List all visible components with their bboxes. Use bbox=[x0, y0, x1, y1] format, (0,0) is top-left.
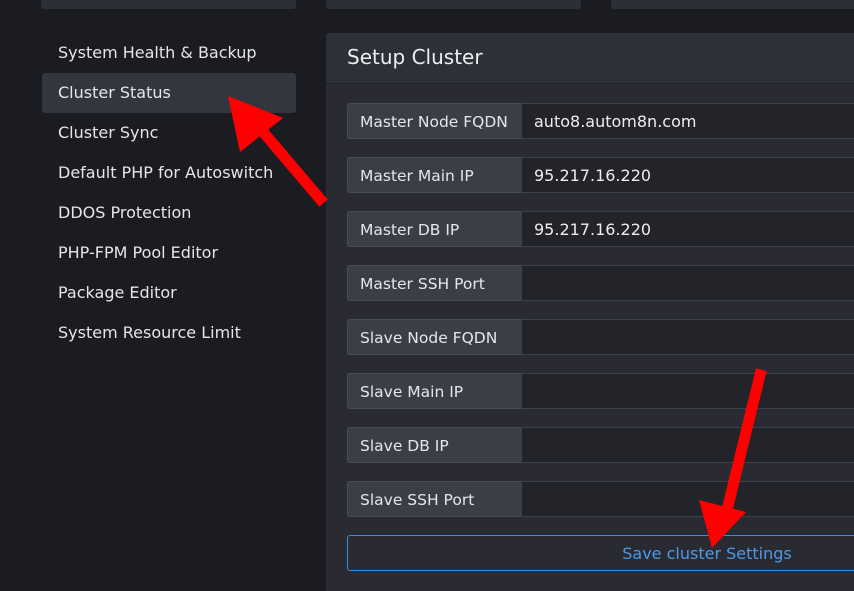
slave-main-ip-label: Slave Main IP bbox=[347, 373, 521, 409]
form-row-slave-node-fqdn: Slave Node FQDN bbox=[347, 319, 854, 357]
form-row-slave-db-ip: Slave DB IP bbox=[347, 427, 854, 465]
slave-main-ip-input[interactable] bbox=[521, 373, 854, 409]
sidebar-item-php-fpm-pool-editor[interactable]: PHP-FPM Pool Editor bbox=[42, 233, 296, 273]
master-node-fqdn-label: Master Node FQDN bbox=[347, 103, 521, 139]
form-row-slave-main-ip: Slave Main IP bbox=[347, 373, 854, 411]
sidebar-item-default-php-autoswitch[interactable]: Default PHP for Autoswitch bbox=[42, 153, 296, 193]
sidebar-nav: System Health & Backup Cluster Status Cl… bbox=[42, 33, 296, 353]
slave-node-fqdn-input[interactable] bbox=[521, 319, 854, 355]
form-row-slave-ssh-port: Slave SSH Port bbox=[347, 481, 854, 519]
slave-ssh-port-label: Slave SSH Port bbox=[347, 481, 521, 517]
sidebar-item-ddos-protection[interactable]: DDOS Protection bbox=[42, 193, 296, 233]
top-card-1 bbox=[41, 0, 296, 9]
sidebar-item-cluster-sync[interactable]: Cluster Sync bbox=[42, 113, 296, 153]
top-card-2 bbox=[326, 0, 581, 9]
master-node-fqdn-input[interactable] bbox=[521, 103, 854, 139]
form-row-master-main-ip: Master Main IP bbox=[347, 157, 854, 195]
slave-ssh-port-input[interactable] bbox=[521, 481, 854, 517]
slave-db-ip-input[interactable] bbox=[521, 427, 854, 463]
page: System Health & Backup Cluster Status Cl… bbox=[0, 0, 854, 591]
sidebar-item-system-resource-limit[interactable]: System Resource Limit bbox=[42, 313, 296, 353]
sidebar-item-package-editor[interactable]: Package Editor bbox=[42, 273, 296, 313]
master-db-ip-label: Master DB IP bbox=[347, 211, 521, 247]
panel-title: Setup Cluster bbox=[347, 45, 483, 69]
sidebar-item-cluster-status[interactable]: Cluster Status bbox=[42, 73, 296, 113]
master-main-ip-label: Master Main IP bbox=[347, 157, 521, 193]
master-db-ip-input[interactable] bbox=[521, 211, 854, 247]
form-row-master-ssh-port: Master SSH Port bbox=[347, 265, 854, 303]
master-ssh-port-input[interactable] bbox=[521, 265, 854, 301]
master-main-ip-input[interactable] bbox=[521, 157, 854, 193]
save-cluster-settings-button[interactable]: Save cluster Settings bbox=[347, 535, 854, 571]
sidebar-item-system-health-backup[interactable]: System Health & Backup bbox=[42, 33, 296, 73]
form-row-master-db-ip: Master DB IP bbox=[347, 211, 854, 249]
master-ssh-port-label: Master SSH Port bbox=[347, 265, 521, 301]
slave-node-fqdn-label: Slave Node FQDN bbox=[347, 319, 521, 355]
slave-db-ip-label: Slave DB IP bbox=[347, 427, 521, 463]
setup-cluster-panel: Setup Cluster Master Node FQDN Master Ma… bbox=[326, 33, 854, 591]
top-card-3 bbox=[611, 0, 854, 9]
form-row-master-node-fqdn: Master Node FQDN bbox=[347, 103, 854, 141]
